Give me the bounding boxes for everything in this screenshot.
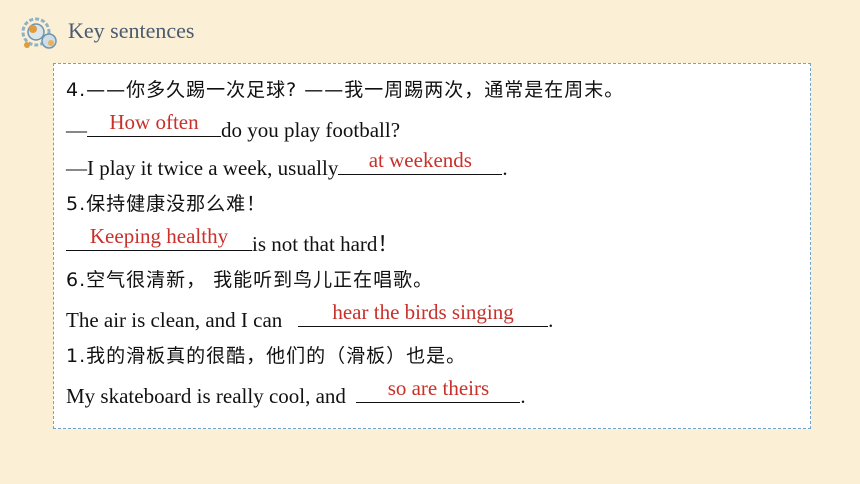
q1-prefix: My skateboard is really cool, and [66,384,346,408]
q4-en2-prefix: —I play it twice a week, usually [66,156,339,180]
page-title: Key sentences [68,18,195,43]
q1-suffix: . [520,384,526,408]
q4-en1-suffix: do you play football? [221,118,401,142]
q1-english: My skateboard is really cool, and so are… [66,376,526,408]
q6-chinese: 6.空气很清新， 我能听到鸟儿正在唱歌。 [66,269,434,291]
q4-english-line2: —I play it twice a week, usually at weeke… [66,148,508,180]
q4-en1-prefix: — [66,118,87,142]
molecule-gear-icon [21,17,57,49]
q4-en2-suffix: . [502,156,508,180]
q6-blank: hear the birds singing [298,300,549,327]
q6-english: The air is clean, and I can hear the bir… [66,300,554,332]
q4-en2-blank: at weekends [338,148,503,175]
q5-blank: Keeping healthy [66,224,252,251]
q1-blank: so are theirs [356,376,521,403]
q4-en2-answer: at weekends [368,148,472,172]
q1-answer: so are theirs [387,376,490,400]
sentence-card: 4.——你多久踢一次足球? ——我一周踢两次，通常是在周末。 — How ofte… [53,63,811,429]
q5-chinese: 5.保持健康没那么难！ [66,193,267,215]
q5-answer: Keeping healthy [89,224,229,248]
q4-en1-blank: How often [87,110,221,137]
q6-answer: hear the birds singing [332,300,514,324]
q4-english-line1: — How often do you play football? [66,110,401,142]
q1-chinese: 1.我的滑板真的很酷，他们的（滑板）也是。 [66,345,467,367]
q5-suffix: is not that hard！ [252,232,399,256]
q4-en1-answer: How often [109,110,199,134]
q6-suffix: . [548,308,554,332]
q5-english: Keeping healthy is not that hard！ [66,224,399,256]
q6-prefix: The air is clean, and I can [66,308,283,332]
q4-chinese: 4.——你多久踢一次足球? ——我一周踢两次，通常是在周末。 [66,79,625,101]
